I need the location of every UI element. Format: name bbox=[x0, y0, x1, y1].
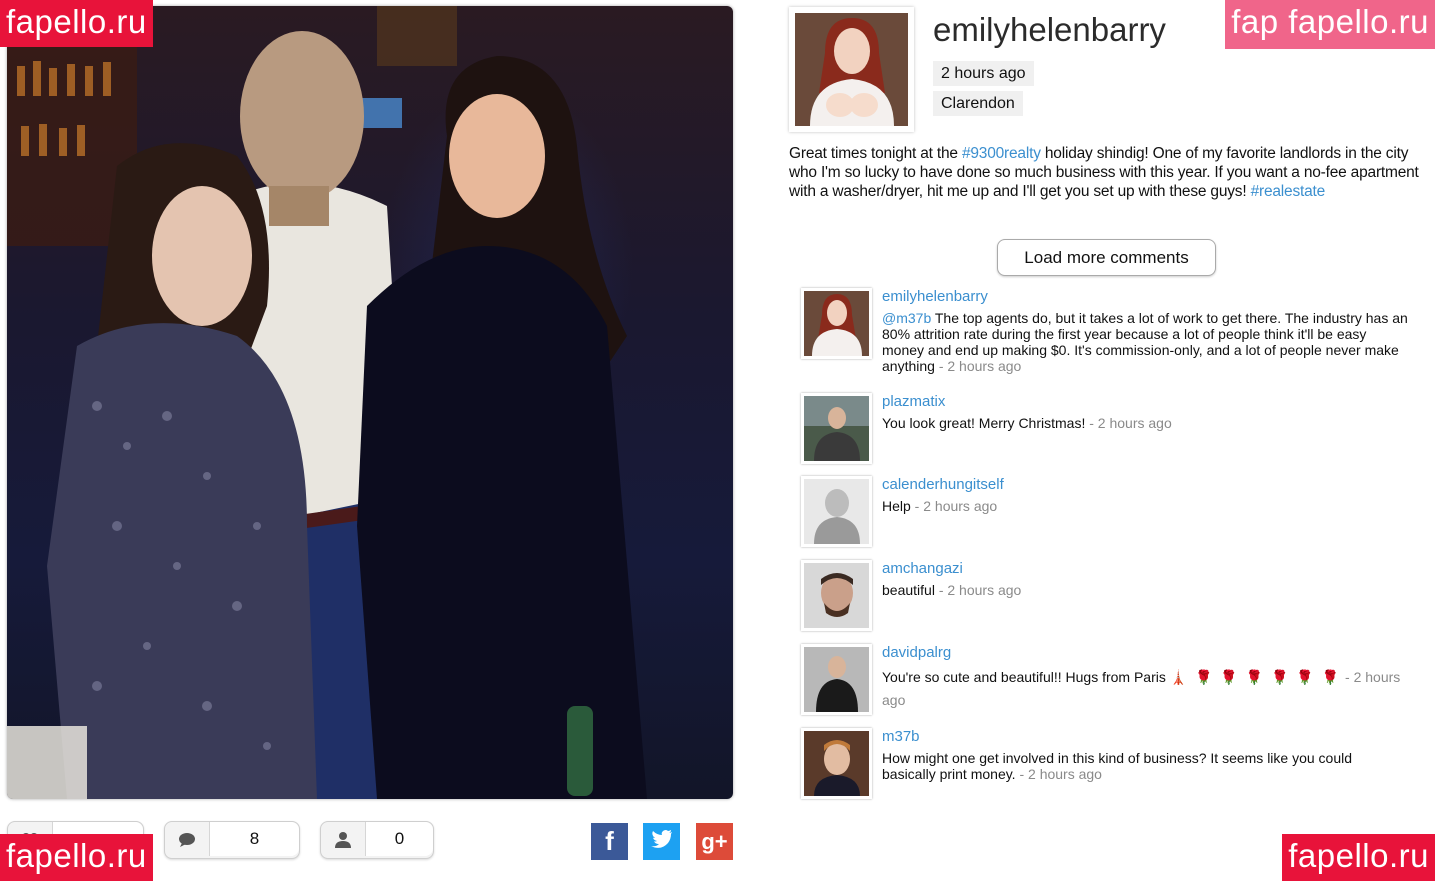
comment-time: - 2 hours ago bbox=[934, 582, 1022, 598]
comment-time: - 2 hours ago bbox=[1015, 766, 1102, 782]
comment-text: You're so cute and beautiful!! Hugs from… bbox=[882, 666, 1409, 712]
comment-body: beautiful bbox=[882, 582, 935, 598]
mention-link[interactable]: @m37b bbox=[882, 310, 931, 326]
watermark-bottom-left: fapello.ru bbox=[0, 834, 153, 881]
facebook-share-button[interactable]: f bbox=[591, 823, 628, 860]
comment-text: How might one get involved in this kind … bbox=[882, 750, 1409, 782]
comment-time: - 2 hours ago bbox=[1085, 415, 1172, 431]
google-plus-share-button[interactable]: g+ bbox=[696, 823, 733, 860]
avatar-image bbox=[795, 13, 908, 126]
comment-text: beautiful - 2 hours ago bbox=[882, 582, 1409, 598]
load-more-comments-button[interactable]: Load more comments bbox=[997, 239, 1216, 276]
post-caption: Great times tonight at the #9300realty h… bbox=[789, 144, 1419, 201]
comment-time: - 2 hours ago bbox=[910, 498, 998, 514]
comment-username[interactable]: amchangazi bbox=[882, 560, 1409, 582]
comment-body: You're so cute and beautiful!! Hugs from… bbox=[882, 669, 1170, 685]
comment-text: @m37b The top agents do, but it takes a … bbox=[882, 310, 1409, 374]
caption-text-1: Great times tonight at the bbox=[789, 145, 962, 162]
comment-time: - 2 hours ago bbox=[934, 358, 1022, 374]
watermark-top-left: fapello.ru bbox=[0, 0, 153, 47]
post-location[interactable]: Clarendon bbox=[933, 91, 1023, 116]
comment-username[interactable]: emilyhelenbarry bbox=[882, 288, 1409, 310]
comment-body: Help bbox=[882, 498, 911, 514]
comment-avatar[interactable] bbox=[801, 288, 872, 359]
followers-stat[interactable]: 0 bbox=[320, 821, 434, 859]
user-icon bbox=[321, 822, 365, 858]
comment-text: Help - 2 hours ago bbox=[882, 498, 1409, 514]
comments-stat[interactable]: 8 bbox=[164, 821, 300, 859]
watermark-bottom-right: fapello.ru bbox=[1282, 834, 1435, 881]
comment-body: You look great! Merry Christmas! bbox=[882, 415, 1086, 431]
profile-avatar[interactable] bbox=[789, 7, 914, 132]
emoji-sequence: 🗼 🌹 🌹 🌹 🌹 🌹 🌹 bbox=[1169, 669, 1342, 685]
comment-avatar[interactable] bbox=[801, 560, 872, 631]
hashtag-link[interactable]: #9300realty bbox=[962, 145, 1041, 162]
followers-count: 0 bbox=[365, 822, 433, 856]
photo-illustration bbox=[7, 6, 647, 799]
twitter-share-button[interactable] bbox=[643, 823, 680, 860]
comment-username[interactable]: calenderhungitself bbox=[882, 476, 1409, 498]
comment-avatar[interactable] bbox=[801, 728, 872, 799]
post-username[interactable]: emilyhelenbarry bbox=[933, 11, 1166, 49]
comment-username[interactable]: davidpalrg bbox=[882, 644, 1409, 666]
facebook-icon: f bbox=[605, 826, 614, 856]
post-time: 2 hours ago bbox=[933, 61, 1034, 86]
comment-avatar[interactable] bbox=[801, 476, 872, 547]
twitter-icon bbox=[650, 829, 673, 854]
comment-text: You look great! Merry Christmas! - 2 hou… bbox=[882, 415, 1409, 431]
comment-avatar[interactable] bbox=[801, 393, 872, 464]
speech-bubble-icon bbox=[165, 822, 209, 858]
post-photo[interactable] bbox=[7, 6, 733, 799]
comments-count: 8 bbox=[209, 822, 299, 856]
comment-avatar[interactable] bbox=[801, 644, 872, 715]
watermark-top-right: fap fapello.ru bbox=[1225, 0, 1435, 49]
comment-body: How might one get involved in this kind … bbox=[882, 750, 1353, 782]
google-plus-icon: g+ bbox=[701, 828, 728, 854]
hashtag-link[interactable]: #realestate bbox=[1251, 183, 1326, 200]
comment-username[interactable]: m37b bbox=[882, 728, 1409, 750]
comment-username[interactable]: plazmatix bbox=[882, 393, 1409, 415]
